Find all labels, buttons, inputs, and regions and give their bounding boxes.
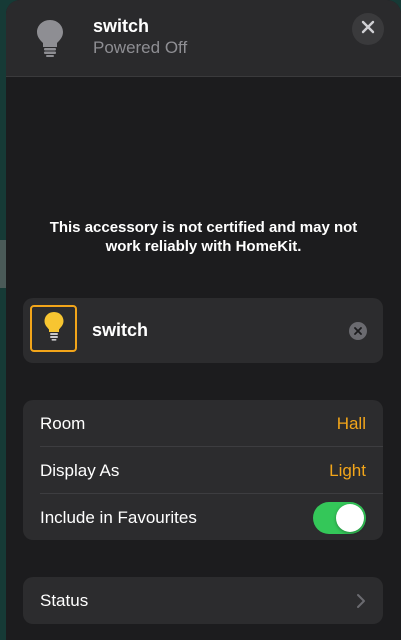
room-value: Hall [336, 414, 366, 433]
clear-icon [354, 322, 362, 340]
accessory-title: switch [93, 16, 150, 36]
certification-warning: This accessory is not certified and may … [6, 218, 401, 256]
display-as-row[interactable]: Display As Light [23, 447, 383, 493]
lightbulb-on-icon [43, 311, 65, 346]
accessory-icon-button[interactable] [30, 305, 77, 352]
close-icon [361, 20, 375, 39]
favourites-toggle[interactable] [313, 502, 366, 534]
accessory-name-card[interactable]: switch [23, 298, 383, 363]
warning-line-1: This accessory is not certified and may … [49, 219, 358, 236]
close-button[interactable] [352, 13, 384, 45]
settings-group: Room Hall Display As Light Include in Fa… [23, 400, 383, 540]
warning-line-2: work reliably with HomeKit. [105, 238, 302, 255]
room-row[interactable]: Room Hall [23, 400, 383, 446]
favourites-label: Include in Favourites [40, 508, 197, 527]
toggle-knob [336, 504, 364, 532]
sheet-header: switch Powered Off [6, 0, 401, 77]
clear-name-button[interactable] [349, 322, 367, 340]
status-label: Status [40, 591, 89, 610]
accessory-name-field[interactable]: switch [92, 320, 148, 341]
favourites-row: Include in Favourites [23, 494, 383, 540]
room-label: Room [40, 414, 86, 433]
status-row[interactable]: Status [23, 577, 383, 624]
lightbulb-off-icon [34, 18, 66, 58]
power-status-text: Powered Off [93, 38, 188, 57]
chevron-right-icon [356, 593, 366, 609]
accessory-settings-sheet: switch Powered Off This accessory is not… [6, 0, 401, 640]
display-as-value: Light [329, 461, 366, 480]
display-as-label: Display As [40, 461, 120, 480]
